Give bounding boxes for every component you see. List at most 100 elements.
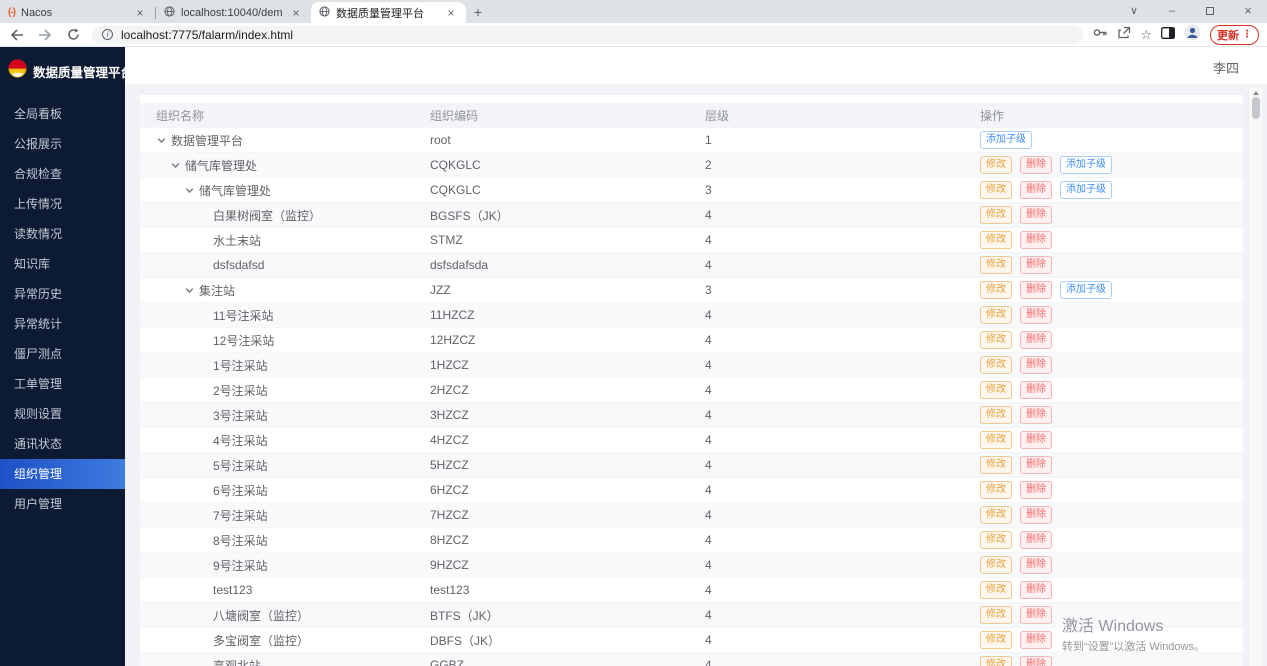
delete-button[interactable]: 删除 [1020,606,1052,624]
modify-button[interactable]: 修改 [980,656,1012,666]
delete-button[interactable]: 删除 [1020,206,1052,224]
page-info-icon[interactable]: i [102,29,113,40]
delete-button[interactable]: 删除 [1020,381,1052,399]
delete-button[interactable]: 删除 [1020,181,1052,199]
modify-button[interactable]: 修改 [980,206,1012,224]
new-tab-button[interactable]: + [466,2,490,23]
modify-button[interactable]: 修改 [980,306,1012,324]
table-row: 集注站 JZZ 3 修改 删除 添加子级 [140,278,1243,303]
modify-button[interactable]: 修改 [980,506,1012,524]
sidebar-item-6[interactable]: 知识库 [0,249,125,279]
modify-button[interactable]: 修改 [980,581,1012,599]
delete-button[interactable]: 删除 [1020,431,1052,449]
add-child-button[interactable]: 添加子级 [980,131,1032,149]
row-actions-cell: 修改 删除 [980,206,1243,224]
org-code-cell: root [430,133,451,147]
modify-button[interactable]: 修改 [980,381,1012,399]
modify-button[interactable]: 修改 [980,356,1012,374]
browser-tab-2[interactable]: localhost:10040/demo/psjdb... × [156,2,311,23]
sidebar-item-3[interactable]: 合规检查 [0,159,125,189]
modify-button[interactable]: 修改 [980,456,1012,474]
sidebar-item-10[interactable]: 工单管理 [0,369,125,399]
delete-button[interactable]: 删除 [1020,531,1052,549]
modify-button[interactable]: 修改 [980,406,1012,424]
add-child-button[interactable]: 添加子级 [1060,281,1112,299]
sidebar-item-14[interactable]: 用户管理 [0,489,125,519]
delete-button[interactable]: 删除 [1020,656,1052,666]
modify-button[interactable]: 修改 [980,181,1012,199]
delete-button[interactable]: 删除 [1020,306,1052,324]
sidebar-item-8[interactable]: 异常统计 [0,309,125,339]
modify-button[interactable]: 修改 [980,631,1012,649]
delete-button[interactable]: 删除 [1020,481,1052,499]
modify-button[interactable]: 修改 [980,481,1012,499]
modify-button[interactable]: 修改 [980,156,1012,174]
scrollbar-thumb[interactable] [1251,97,1260,119]
tab-close-icon[interactable]: × [133,6,147,20]
expand-chevron-down-icon[interactable] [184,184,196,196]
delete-button[interactable]: 删除 [1020,281,1052,299]
sidebar-item-2[interactable]: 公报展示 [0,129,125,159]
tab-close-icon[interactable]: × [444,6,458,20]
modify-button[interactable]: 修改 [980,531,1012,549]
table-scrollbar[interactable] [1248,88,1262,666]
url-text[interactable]: localhost:7775/falarm/index.html [121,28,293,42]
expand-chevron-down-icon[interactable] [156,134,168,146]
delete-button[interactable]: 删除 [1020,631,1052,649]
browser-tab-1[interactable]: (-) Nacos × [0,2,155,23]
minimize-button[interactable]: – [1153,0,1191,23]
org-name-text: 12号注采站 [213,333,275,348]
delete-button[interactable]: 删除 [1020,506,1052,524]
delete-button[interactable]: 删除 [1020,556,1052,574]
forward-button[interactable] [36,27,54,43]
reload-button[interactable] [64,27,82,43]
delete-button[interactable]: 删除 [1020,356,1052,374]
sidebar-item-9[interactable]: 僵尸测点 [0,339,125,369]
org-name-text: 8号注采站 [213,533,268,548]
modify-button[interactable]: 修改 [980,281,1012,299]
sidebar-item-4[interactable]: 上传情况 [0,189,125,219]
add-child-button[interactable]: 添加子级 [1060,156,1112,174]
back-button[interactable] [8,27,26,43]
profile-avatar-icon[interactable] [1184,24,1201,46]
sidebar-item-1[interactable]: 全局看板 [0,99,125,129]
add-child-button[interactable]: 添加子级 [1060,181,1112,199]
sidebar-item-13[interactable]: 组织管理 [0,459,125,489]
tab-close-icon[interactable]: × [289,6,303,20]
browser-menu-icon[interactable]: ⋮ [1242,29,1252,40]
modify-button[interactable]: 修改 [980,606,1012,624]
modify-button[interactable]: 修改 [980,256,1012,274]
restore-button[interactable] [1191,0,1229,23]
delete-button[interactable]: 删除 [1020,256,1052,274]
modify-button[interactable]: 修改 [980,231,1012,249]
expand-chevron-down-icon[interactable] [184,284,196,296]
password-key-icon[interactable] [1093,26,1108,44]
table-row: 水土末站 STMZ 4 修改 删除 [140,228,1243,253]
expand-chevron-down-icon[interactable] [170,159,182,171]
close-window-button[interactable]: × [1229,0,1267,23]
org-name-cell: 12号注采站 [140,332,430,349]
modify-button[interactable]: 修改 [980,556,1012,574]
delete-button[interactable]: 删除 [1020,406,1052,424]
delete-button[interactable]: 删除 [1020,581,1052,599]
current-user[interactable]: 李四 [1213,58,1239,77]
tab-search-chevron-icon[interactable]: ∨ [1115,0,1153,23]
bookmark-star-icon[interactable]: ☆ [1140,27,1152,43]
share-icon[interactable] [1117,26,1131,44]
browser-tab-3[interactable]: 数据质量管理平台 × [311,2,466,23]
delete-button[interactable]: 删除 [1020,331,1052,349]
sidebar-item-7[interactable]: 异常历史 [0,279,125,309]
address-bar[interactable]: i localhost:7775/falarm/index.html [92,25,1084,44]
delete-button[interactable]: 删除 [1020,456,1052,474]
sidebar-item-12[interactable]: 通讯状态 [0,429,125,459]
delete-button[interactable]: 删除 [1020,231,1052,249]
side-panel-icon[interactable] [1161,26,1175,44]
delete-button[interactable]: 删除 [1020,156,1052,174]
modify-button[interactable]: 修改 [980,331,1012,349]
chrome-update-button[interactable]: 更新 ⋮ [1210,24,1259,45]
sidebar-item-5[interactable]: 读数情况 [0,219,125,249]
org-level-cell: 1 [705,133,712,147]
scrollbar-up-arrow-icon[interactable] [1252,91,1259,95]
modify-button[interactable]: 修改 [980,431,1012,449]
sidebar-item-11[interactable]: 规则设置 [0,399,125,429]
